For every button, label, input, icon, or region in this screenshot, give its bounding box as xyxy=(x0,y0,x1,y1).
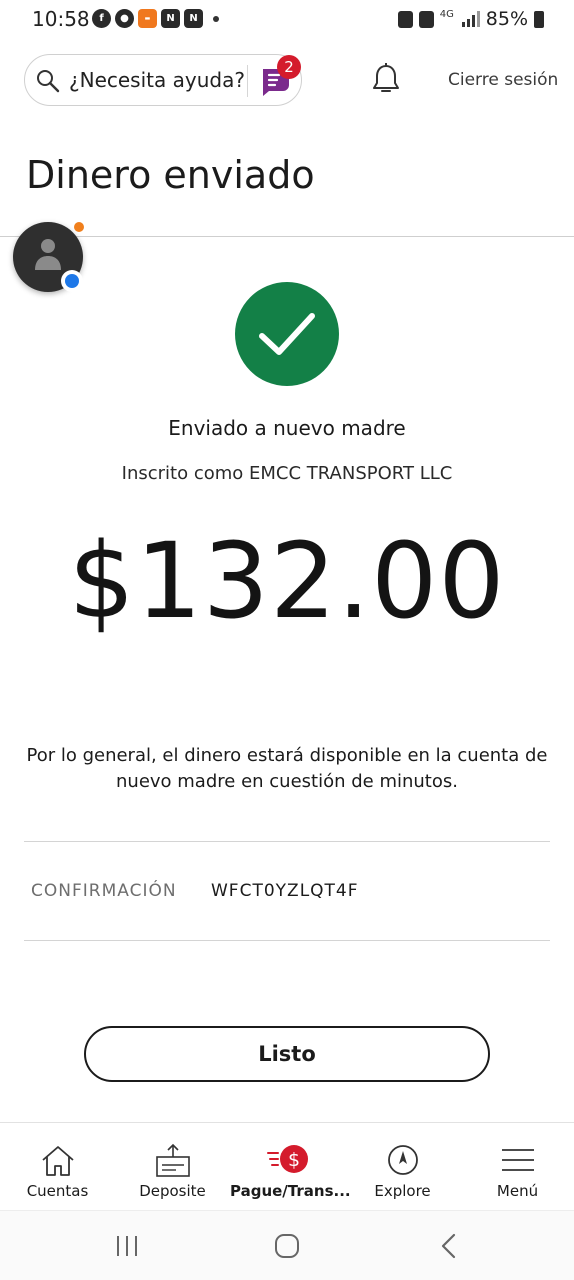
availability-note: Por lo general, el dinero estará disponi… xyxy=(26,745,548,792)
search-placeholder: ¿Necesita ayuda? xyxy=(69,68,245,92)
network-type-icon: 4G xyxy=(439,8,454,20)
battery-percent: 85% xyxy=(485,8,528,30)
system-status-icons: 4G 85% xyxy=(397,8,544,30)
notification-icons: f ● ▬ N N xyxy=(92,9,219,28)
search-icon xyxy=(37,70,60,93)
divider xyxy=(247,65,248,97)
hamburger-menu-icon xyxy=(501,1149,534,1171)
app-n-icon: N xyxy=(184,9,203,28)
sign-out-link[interactable]: Cierre sesión xyxy=(448,70,558,90)
amount-sent: $132.00 xyxy=(68,520,506,642)
person-icon xyxy=(35,239,61,270)
notifications-bell-icon[interactable] xyxy=(370,62,402,96)
facebook-icon: f xyxy=(92,9,111,28)
status-bar: 10:58 f ● ▬ N N 4G 85% xyxy=(0,0,574,38)
bottom-nav: Cuentas Deposite $ Pague/Trans... Explor… xyxy=(0,1122,574,1210)
help-search-bar[interactable]: ¿Necesita ayuda? 2 xyxy=(24,54,302,106)
nav-deposit[interactable]: Deposite xyxy=(115,1123,230,1211)
status-time: 10:58 xyxy=(32,7,90,31)
app-notification-icon: ▬ xyxy=(138,9,157,28)
nav-explore[interactable]: Explore xyxy=(345,1123,460,1211)
nav-menu[interactable]: Menú xyxy=(460,1123,574,1211)
pay-transfer-icon: $ xyxy=(266,1145,308,1173)
signal-icon xyxy=(461,11,480,27)
confirmation-label: CONFIRMACIÓN xyxy=(31,881,177,901)
checkmark-icon xyxy=(259,313,315,355)
nav-label: Menú xyxy=(496,1182,539,1200)
nav-accounts[interactable]: Cuentas xyxy=(0,1123,115,1211)
deposit-icon xyxy=(155,1143,190,1177)
alarm-icon xyxy=(418,10,434,28)
nav-label: Pague/Trans... xyxy=(230,1182,351,1200)
done-button[interactable]: Listo xyxy=(84,1026,490,1082)
assistant-badge: 2 xyxy=(277,55,301,79)
more-notifications-dot xyxy=(213,15,219,22)
back-icon[interactable] xyxy=(434,1231,464,1261)
page-title: Dinero enviado xyxy=(26,153,315,197)
svg-text:$: $ xyxy=(287,1149,299,1171)
nav-label: Cuentas xyxy=(26,1182,89,1200)
home-icon xyxy=(41,1146,74,1176)
divider xyxy=(24,940,550,941)
app-n-icon: N xyxy=(161,9,180,28)
messenger-icon xyxy=(61,270,83,292)
battery-icon xyxy=(534,10,544,28)
nav-label: Deposite xyxy=(139,1182,206,1200)
status-dot xyxy=(74,222,84,232)
divider xyxy=(0,236,574,237)
confirmation-number: WFCT0YZLQT4F xyxy=(211,881,359,901)
recipient-text: Enviado a nuevo madre xyxy=(168,416,406,440)
success-indicator xyxy=(235,282,339,386)
home-button-icon[interactable] xyxy=(272,1231,302,1261)
system-navigation-bar xyxy=(0,1210,574,1280)
nav-pay-transfer[interactable]: $ Pague/Trans... xyxy=(230,1123,351,1211)
nav-label: Explore xyxy=(374,1182,431,1200)
chat-icon: ● xyxy=(115,9,134,28)
recent-apps-icon[interactable] xyxy=(112,1231,142,1261)
compass-icon xyxy=(387,1145,418,1175)
divider xyxy=(24,841,550,842)
enrolled-as-text: Inscrito como EMCC TRANSPORT LLC xyxy=(121,463,453,484)
lock-icon xyxy=(397,10,413,28)
